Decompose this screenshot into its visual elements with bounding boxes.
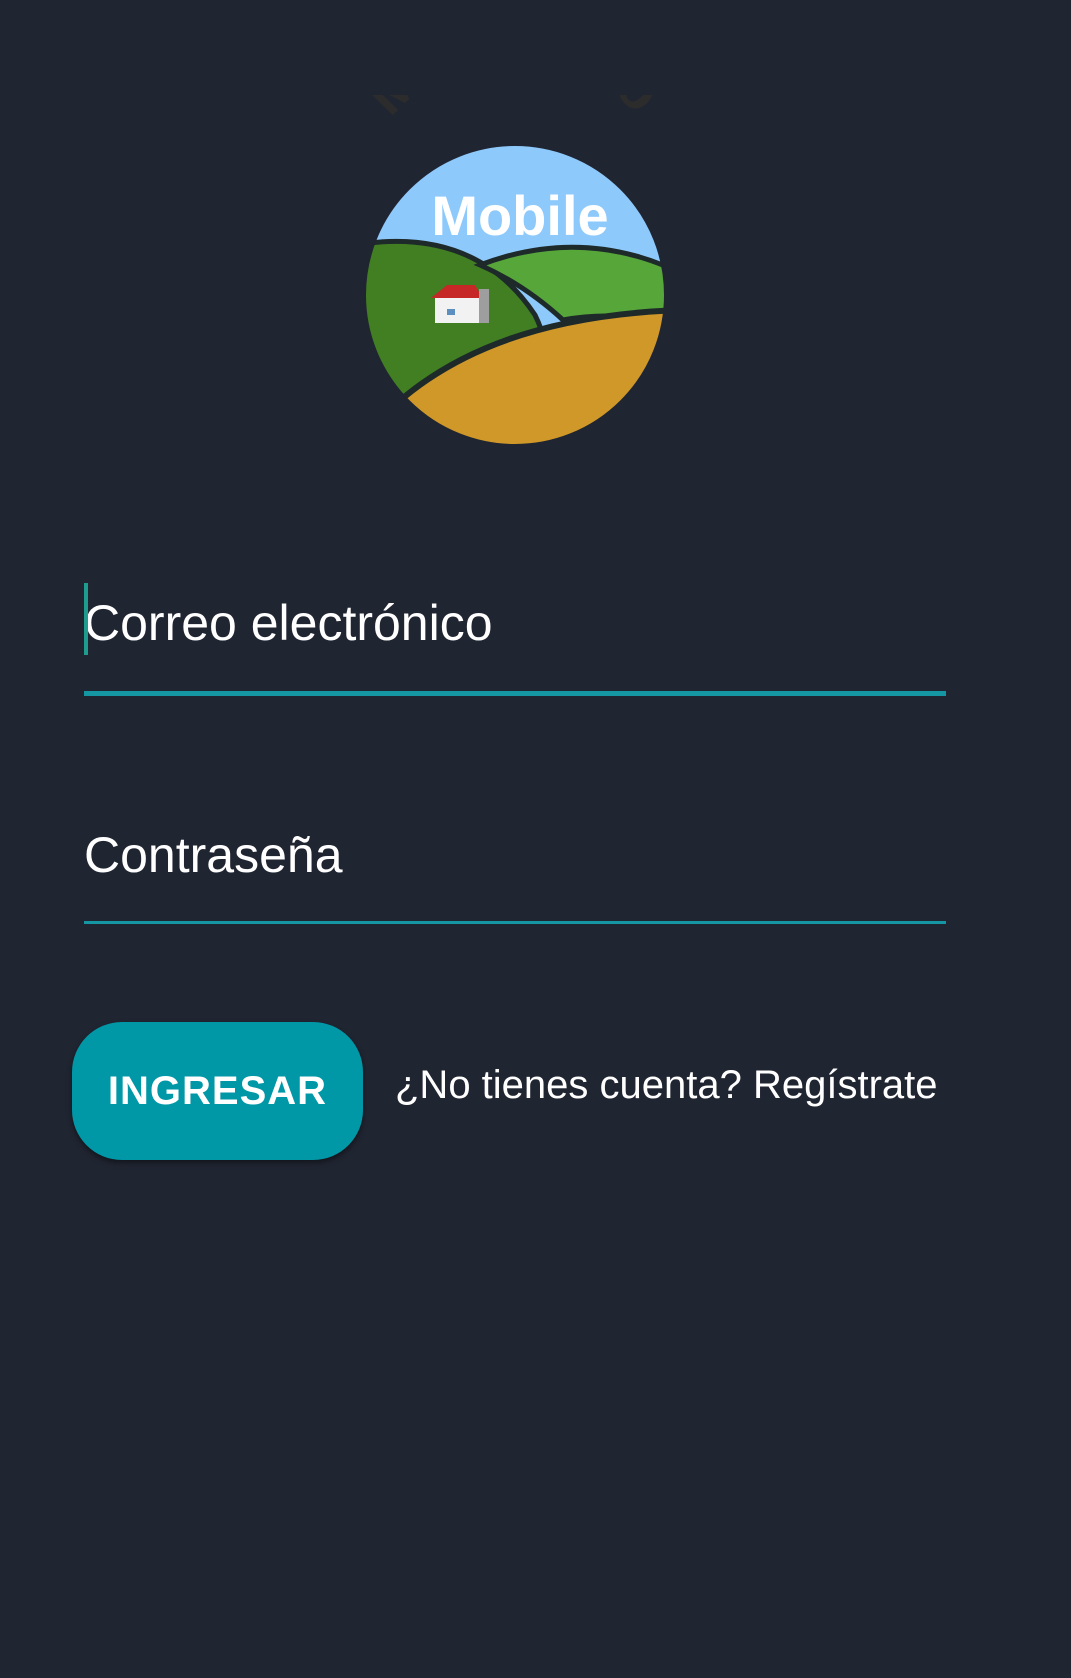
password-underline [84, 921, 946, 924]
login-button[interactable]: INGRESAR [72, 1022, 363, 1160]
email-underline [84, 691, 946, 696]
password-input[interactable] [84, 810, 946, 900]
app-logo-graphic: MiCampo Mobile [353, 2, 674, 446]
email-field[interactable] [84, 578, 946, 698]
text-cursor [84, 583, 88, 655]
register-link[interactable]: ¿No tienes cuenta? Regístrate [395, 1063, 938, 1108]
logo-arc-text: MiCampo [355, 95, 665, 127]
logo-main-text: Mobile [431, 184, 608, 247]
password-field[interactable] [84, 810, 946, 928]
email-input[interactable] [84, 578, 946, 668]
app-logo: MiCampo Mobile [353, 2, 674, 455]
